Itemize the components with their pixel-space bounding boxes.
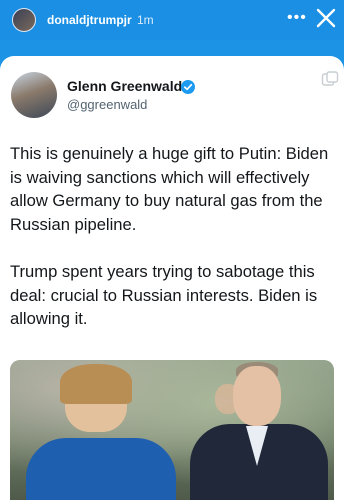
tweet-photo[interactable] bbox=[10, 360, 334, 500]
story-username[interactable]: donaldjtrumpjr bbox=[47, 13, 132, 27]
photo-person-right-head bbox=[233, 366, 281, 426]
tweet-card[interactable]: Glenn Greenwald @ggreenwald This is genu… bbox=[0, 56, 344, 500]
external-link-icon bbox=[321, 71, 339, 86]
story-timestamp: 1m bbox=[137, 13, 154, 27]
photo-person-left bbox=[26, 438, 176, 500]
close-icon[interactable] bbox=[312, 4, 340, 32]
author-handle: @ggreenwald bbox=[67, 97, 148, 112]
verified-badge-icon bbox=[181, 80, 195, 94]
photo-person-left-hair bbox=[60, 364, 132, 404]
author-name: Glenn Greenwald bbox=[67, 78, 183, 94]
more-options-icon[interactable]: ••• bbox=[287, 9, 307, 27]
author-avatar bbox=[11, 72, 57, 118]
profile-avatar[interactable] bbox=[12, 8, 36, 32]
tweet-paragraph: Trump spent years trying to sabotage thi… bbox=[10, 262, 318, 328]
tweet-paragraph: This is genuinely a huge gift to Putin: … bbox=[10, 144, 329, 234]
story-header: donaldjtrumpjr 1m ••• bbox=[0, 0, 344, 40]
